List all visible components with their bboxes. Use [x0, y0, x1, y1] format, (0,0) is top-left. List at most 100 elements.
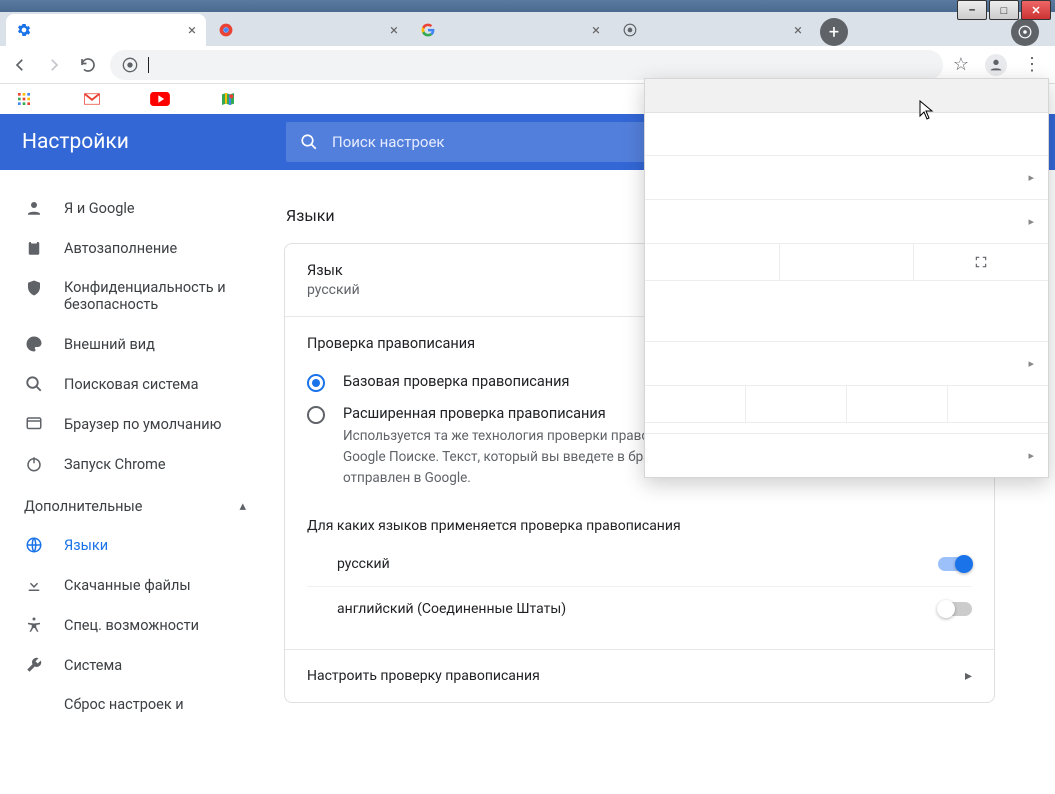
sidebar-item-autofill[interactable]: Автозаполнение: [0, 228, 270, 268]
sidebar-item-label: Внешний вид: [64, 336, 155, 353]
spellcheck-lang-russian: русский: [307, 542, 972, 586]
sidebar-item-label: Скачанные файлы: [64, 577, 191, 594]
popup-button-row: [645, 243, 1048, 281]
popup-menu-item[interactable]: ▸: [645, 155, 1048, 199]
chrome-outline-icon: [622, 22, 638, 38]
kebab-menu-icon[interactable]: ⋮: [1023, 54, 1041, 75]
toggle-switch[interactable]: [938, 557, 972, 571]
radio-label: Базовая проверка правописания: [343, 373, 569, 390]
chevron-right-icon: ▸: [1028, 215, 1034, 228]
page-title: Настройки: [0, 130, 286, 154]
sidebar-item-accessibility[interactable]: Спец. возможности: [0, 605, 270, 645]
close-icon[interactable]: ×: [188, 23, 196, 38]
sidebar-item-reset[interactable]: Сброс настроек и: [0, 685, 270, 724]
sidebar-item-search-engine[interactable]: Поисковая система: [0, 364, 270, 404]
customize-spellcheck-row[interactable]: Настроить проверку правописания ▸: [285, 650, 994, 702]
tab-3[interactable]: ×: [410, 14, 610, 46]
globe-icon: [24, 536, 44, 554]
close-icon[interactable]: ×: [390, 23, 398, 38]
popup-menu-item[interactable]: ▸: [645, 341, 1048, 385]
popup-cell[interactable]: [780, 244, 915, 280]
sidebar-item-languages[interactable]: Языки: [0, 525, 270, 565]
lang-label: английский (Соединенные Штаты): [337, 601, 566, 617]
tab-4[interactable]: ×: [612, 14, 812, 46]
sidebar-item-label: Запуск Chrome: [64, 456, 166, 473]
tab-settings[interactable]: ×: [6, 14, 206, 46]
sidebar-advanced-header[interactable]: Дополнительные ▴: [0, 484, 270, 525]
popup-header: [645, 79, 1048, 113]
google-g-icon: [420, 22, 436, 38]
gmail-icon[interactable]: [82, 89, 102, 109]
sidebar-item-label: Сброс настроек и: [64, 696, 184, 713]
close-icon[interactable]: ×: [592, 23, 600, 38]
search-icon: [24, 375, 44, 393]
browser-menu-popup: ▸ ▸ ▸ ▸: [644, 78, 1049, 478]
clipboard-icon: [24, 239, 44, 257]
site-info-icon[interactable]: [122, 57, 138, 73]
text-cursor: [148, 57, 149, 73]
popup-menu-item[interactable]: ▸: [645, 199, 1048, 243]
palette-icon: [24, 335, 44, 353]
spellcheck-languages-header: Для каких языков применяется проверка пр…: [307, 518, 972, 534]
account-circle-icon[interactable]: [1011, 18, 1039, 46]
sidebar-item-label: Поисковая система: [64, 376, 199, 393]
search-icon: [300, 133, 318, 151]
download-icon: [24, 576, 44, 594]
radio-icon: [307, 374, 325, 392]
chevron-right-icon: ▸: [1028, 357, 1034, 370]
wrench-icon: [24, 656, 44, 674]
chevron-right-icon: ▸: [965, 668, 972, 684]
new-tab-button[interactable]: +: [820, 18, 848, 46]
row-label: Настроить проверку правописания: [307, 668, 540, 684]
minimize-button[interactable]: –: [957, 0, 987, 20]
apps-icon[interactable]: [14, 89, 34, 109]
popup-cell-fullscreen[interactable]: [914, 244, 1048, 280]
maps-icon[interactable]: [218, 89, 238, 109]
chevron-up-icon: ▴: [239, 499, 246, 514]
sidebar-item-system[interactable]: Система: [0, 645, 270, 685]
spellcheck-lang-english-us: английский (Соединенные Штаты): [307, 586, 972, 631]
forward-button[interactable]: [42, 53, 66, 77]
popup-cell[interactable]: [645, 244, 780, 280]
sidebar-item-privacy[interactable]: Конфиденциальность и безопасность: [0, 268, 270, 324]
back-button[interactable]: [8, 53, 32, 77]
profile-avatar[interactable]: [985, 54, 1007, 76]
youtube-icon[interactable]: [150, 89, 170, 109]
sidebar-item-on-startup[interactable]: Запуск Chrome: [0, 444, 270, 484]
sidebar-item-label: Автозаполнение: [64, 240, 177, 257]
settings-sidebar: Я и Google Автозаполнение Конфиденциальн…: [0, 170, 270, 794]
sidebar-item-label: Спец. возможности: [64, 617, 199, 634]
accessibility-icon: [24, 616, 44, 634]
shield-icon: [24, 279, 44, 297]
sidebar-item-label: Конфиденциальность и безопасность: [64, 279, 234, 313]
lang-label: русский: [337, 556, 390, 572]
sidebar-item-default-browser[interactable]: Браузер по умолчанию: [0, 404, 270, 444]
sidebar-item-downloads[interactable]: Скачанные файлы: [0, 565, 270, 605]
maximize-button[interactable]: □: [989, 0, 1019, 20]
popup-menu-item[interactable]: ▸: [645, 433, 1048, 477]
chrome-icon: [218, 22, 234, 38]
popup-cell[interactable]: [847, 386, 948, 422]
popup-button-row: [645, 385, 1048, 423]
sidebar-item-you-and-google[interactable]: Я и Google: [0, 188, 270, 228]
search-placeholder: Поиск настроек: [332, 133, 445, 151]
tab-2[interactable]: ×: [208, 14, 408, 46]
popup-cell[interactable]: [948, 386, 1048, 422]
close-icon[interactable]: ×: [794, 23, 802, 38]
sidebar-item-label: Браузер по умолчанию: [64, 416, 221, 433]
bookmark-star-icon[interactable]: ☆: [953, 54, 969, 75]
address-bar[interactable]: [110, 50, 943, 80]
browser-icon: [24, 415, 44, 433]
popup-cell[interactable]: [746, 386, 847, 422]
sidebar-item-label: Языки: [64, 537, 108, 554]
reload-button[interactable]: [76, 53, 100, 77]
sidebar-item-label: Система: [64, 657, 122, 674]
chevron-right-icon: ▸: [1028, 171, 1034, 184]
gear-icon: [16, 22, 32, 38]
sidebar-section-label: Дополнительные: [24, 498, 142, 515]
window-controls: – □ ✕: [957, 0, 1051, 20]
popup-cell[interactable]: [645, 386, 746, 422]
toggle-switch[interactable]: [938, 602, 972, 616]
close-button[interactable]: ✕: [1021, 0, 1051, 20]
sidebar-item-appearance[interactable]: Внешний вид: [0, 324, 270, 364]
